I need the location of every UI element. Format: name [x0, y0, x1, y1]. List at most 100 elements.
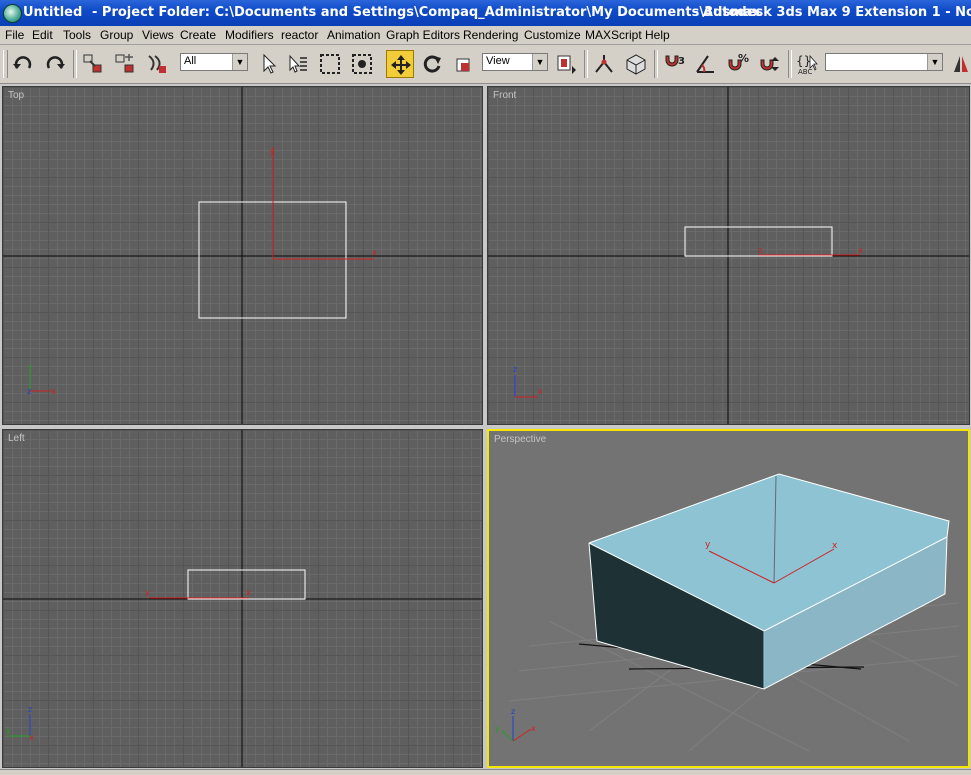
manipulate-icon [595, 55, 613, 73]
pivot-center-icon [557, 55, 576, 74]
window-crossing-button[interactable] [348, 50, 376, 78]
world-axis-z-label: z [27, 387, 31, 396]
reference-coordinate-value: View [486, 55, 510, 67]
menu-create[interactable]: Create [180, 28, 216, 42]
world-axis-x-label: x [51, 387, 56, 396]
world-axis-y-label: y [6, 726, 11, 735]
world-axis-x-label: x [531, 724, 536, 733]
redo-button[interactable] [41, 50, 69, 78]
document-title: Untitled [23, 5, 83, 20]
snap-magnet-3-icon: 3 [665, 55, 685, 67]
menu-reactor[interactable]: reactor [281, 28, 318, 42]
menu-modifiers[interactable]: Modifiers [225, 28, 274, 42]
viewport-top[interactable]: y x y x z Top [2, 86, 483, 425]
toolbar-separator [788, 50, 792, 78]
select-and-scale-button[interactable] [450, 50, 478, 78]
rotate-icon [423, 55, 441, 73]
world-axis-y-label: y [28, 362, 33, 371]
menu-rendering[interactable]: Rendering [463, 28, 518, 42]
left-view-scene: y x z y x [3, 430, 482, 767]
viewport-perspective[interactable]: y x z x y Perspective [487, 429, 970, 768]
undo-icon [13, 56, 32, 69]
toolbar-grip[interactable] [3, 50, 8, 78]
selection-region-icon [320, 54, 340, 74]
gizmo-y-label: y [145, 588, 150, 597]
3dsmax-app-icon[interactable] [3, 4, 22, 23]
toolbar-separator [584, 50, 588, 78]
svg-text:3: 3 [678, 56, 685, 67]
menu-bar: File Edit Tools Group Views Create Modif… [0, 26, 971, 45]
unlink-selection-button[interactable] [111, 50, 139, 78]
select-object-button[interactable] [254, 50, 282, 78]
front-view-scene: z x z x [488, 87, 969, 424]
spinner-snap-icon [760, 57, 779, 71]
world-axis-z-label: z [511, 707, 515, 716]
named-selection-sets-dropdown[interactable]: ▼ [825, 53, 943, 71]
gizmo-x-label: x [832, 541, 838, 551]
rectangular-selection-region-button[interactable] [316, 50, 344, 78]
menu-maxscript[interactable]: MAXScript [585, 28, 642, 42]
select-and-link-button[interactable] [79, 50, 107, 78]
status-bar [0, 769, 971, 775]
viewport-left[interactable]: y x z y x Left [2, 429, 483, 768]
keyboard-shortcut-override-button[interactable] [622, 50, 650, 78]
link-icon [83, 54, 102, 73]
bind-to-space-warp-button[interactable] [143, 50, 171, 78]
percent-snap-icon: % [728, 52, 749, 71]
angle-snap-toggle-button[interactable] [692, 50, 720, 78]
select-and-move-button[interactable] [386, 50, 414, 78]
spinner-snap-toggle-button[interactable] [756, 50, 784, 78]
keyboard-cube-icon [626, 54, 646, 75]
edit-named-selection-sets-button[interactable]: {} ABC [794, 50, 822, 78]
main-toolbar: All ▼ View ▼ 3 % {} ABC ▼ [0, 45, 971, 84]
menu-tools[interactable]: Tools [63, 28, 91, 42]
svg-text:%: % [738, 52, 749, 65]
use-pivot-point-center-button[interactable] [552, 50, 580, 78]
select-and-rotate-button[interactable] [418, 50, 446, 78]
title-bar: Untitled - Project Folder: C:\Documents … [0, 0, 971, 26]
chevron-down-icon: ▼ [927, 54, 942, 70]
gizmo-x-label: x [246, 588, 251, 597]
viewport-front[interactable]: z x z x Front [487, 86, 970, 425]
menu-help[interactable]: Help [645, 28, 670, 42]
menu-edit[interactable]: Edit [32, 28, 53, 42]
menu-views[interactable]: Views [142, 28, 174, 42]
percent-snap-toggle-button[interactable]: % [724, 50, 752, 78]
menu-file[interactable]: File [5, 28, 24, 42]
selection-filter-dropdown[interactable]: All ▼ [180, 53, 248, 71]
chevron-down-icon: ▼ [232, 54, 247, 70]
svg-text:ABC: ABC [798, 68, 812, 76]
menu-graph-editors[interactable]: Graph Editors [386, 28, 460, 42]
redo-icon [46, 56, 65, 69]
select-by-name-icon [289, 54, 307, 73]
select-and-manipulate-button[interactable] [590, 50, 618, 78]
toolbar-separator [654, 50, 658, 78]
application-title: - Autodesk 3ds Max 9 Extension 1 - Not f… [693, 5, 971, 20]
mirror-button[interactable] [950, 50, 971, 78]
mirror-icon [954, 56, 968, 72]
menu-group[interactable]: Group [100, 28, 133, 42]
world-axis-x-label: x [29, 733, 34, 742]
gizmo-y-label: y [270, 147, 275, 156]
menu-customize[interactable]: Customize [524, 28, 581, 42]
viewport-label-front[interactable]: Front [493, 90, 516, 101]
gizmo-z-label: z [758, 246, 762, 255]
viewport-label-top[interactable]: Top [8, 90, 24, 101]
crossing-icon [352, 54, 372, 74]
cursor-arrow-icon [263, 53, 277, 74]
viewport-label-left[interactable]: Left [8, 433, 25, 444]
menu-animation[interactable]: Animation [327, 28, 380, 42]
top-view-scene: y x y x z [3, 87, 482, 424]
angle-snap-icon [696, 55, 714, 73]
perspective-view-scene: y x z x y [495, 473, 960, 752]
snaps-toggle-button[interactable]: 3 [660, 50, 688, 78]
project-folder-path: - Project Folder: C:\Documents and Setti… [92, 5, 761, 20]
move-icon [391, 55, 411, 75]
gizmo-x-label: x [372, 248, 377, 257]
reference-coordinate-dropdown[interactable]: View ▼ [482, 53, 548, 71]
undo-button[interactable] [9, 50, 37, 78]
select-by-name-button[interactable] [284, 50, 312, 78]
chevron-down-icon: ▼ [532, 54, 547, 70]
viewport-label-perspective[interactable]: Perspective [494, 434, 546, 445]
svg-text:{}: {} [796, 54, 811, 68]
